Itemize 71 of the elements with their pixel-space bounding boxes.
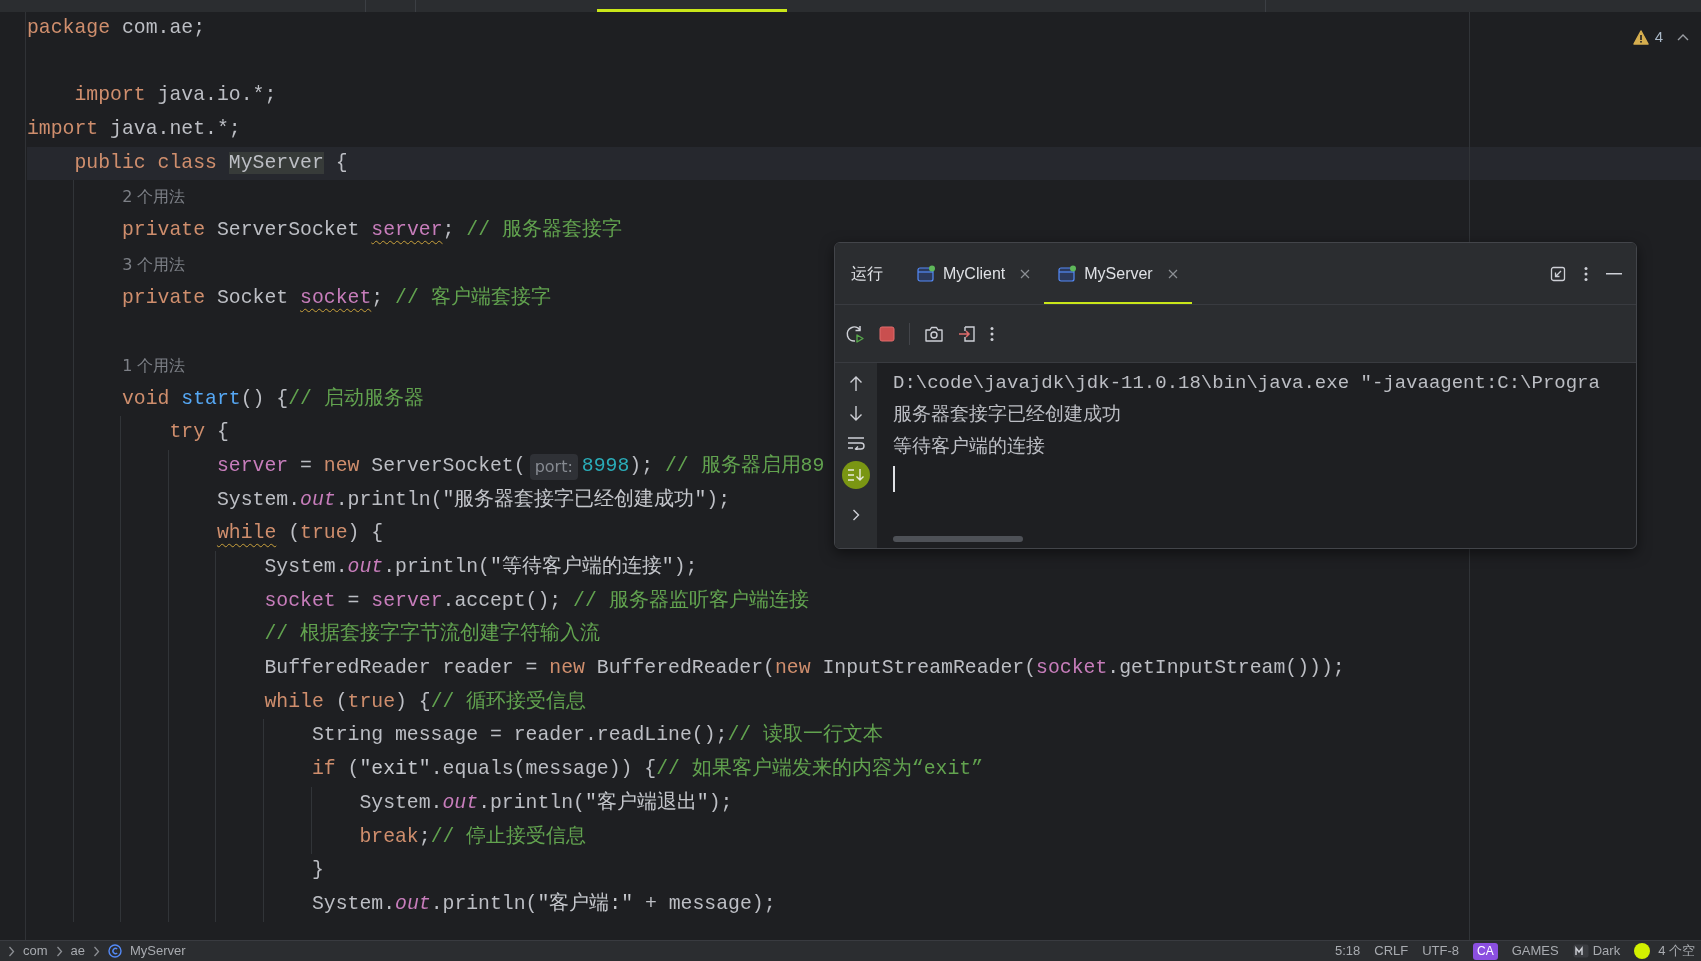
code-line: BufferedReader reader = new BufferedReader(new InputStreamReader(socket.getInputStream())); [264, 656, 1345, 682]
chevron-right-icon [93, 945, 101, 957]
scroll-to-end-icon [847, 468, 865, 482]
horizontal-scrollbar[interactable] [893, 536, 1023, 542]
run-tab[interactable]: MyServer [1044, 243, 1192, 304]
usage-hint[interactable]: 2 个用法 [122, 185, 186, 210]
inlay-hint: port: [529, 453, 578, 480]
code-line: while (true) { [216, 521, 384, 547]
code-line: String message = reader.readLine();// 读取一行文本 [311, 722, 883, 749]
console-line: D:\code\javajdk\jdk-11.0.18\bin\java.exe "-javaagent:C:\Progra [893, 370, 1600, 396]
minimize-icon[interactable] [1606, 272, 1622, 275]
app-window-icon [1058, 265, 1078, 282]
close-icon[interactable] [1020, 268, 1031, 279]
breadcrumb[interactable]: ae [70, 941, 86, 961]
chevron-right-icon [55, 945, 63, 957]
status-item[interactable]: CRLF [1374, 941, 1409, 961]
code-line: try { [169, 420, 229, 446]
code-line: import java.io.*; [74, 83, 277, 109]
arrow-up-icon[interactable] [849, 375, 863, 392]
app-window-icon [917, 265, 936, 282]
code-line: import java.net.*; [27, 117, 241, 143]
code-line: package com.ae; [27, 16, 206, 41]
soft-wrap-icon [847, 436, 865, 450]
chevron-right-icon[interactable] [852, 509, 860, 521]
run-tab[interactable]: MyClient [903, 243, 1045, 304]
more-icon[interactable] [1584, 265, 1588, 282]
status-item[interactable]: UTF-8 [1422, 941, 1460, 961]
breadcrumb[interactable]: com [23, 941, 48, 961]
code-line: 8998); // 服务器启用89 [581, 453, 825, 479]
code-line: private Socket socket; // 客户端套接字 [121, 285, 551, 311]
code-line: System.out.println("服务器套接字已经创建成功"); [216, 487, 730, 513]
code-line: System.out.println("客户端:" + message); [311, 891, 776, 917]
code-line: public class MyServer { [74, 150, 348, 176]
code-line: System.out.println("客户端退出"); [359, 790, 733, 816]
exit-icon[interactable] [958, 324, 976, 343]
scroll-to-end-button[interactable] [842, 461, 870, 489]
code-line: } [311, 858, 324, 884]
code-line: break;// 停止接受信息 [359, 824, 587, 850]
code-line: socket = server.accept(); // 服务器监听客户端连接 [264, 588, 809, 614]
code-line: private ServerSocket server; // 服务器套接字 [121, 217, 622, 244]
usage-hint[interactable]: 1 个用法 [122, 353, 186, 378]
rerun-icon[interactable] [845, 323, 865, 344]
warning-icon[interactable] [1632, 29, 1649, 45]
stop-icon[interactable] [879, 325, 895, 342]
code-line: // 根据套接字字节流创建字符输入流 [264, 621, 601, 648]
text-cursor [893, 466, 895, 492]
panel-title: 运行 [851, 263, 883, 284]
plugin-badge[interactable]: CA [1473, 942, 1498, 960]
console-line: 服务器套接字已经创建成功 [893, 402, 1121, 428]
code-line: void start() {// 启动服务器 [121, 386, 424, 412]
class-icon [108, 944, 123, 958]
code-line: server = new ServerSocket( [216, 453, 526, 479]
console-line: 等待客户端的连接 [893, 434, 1045, 460]
caret-up-icon[interactable] [1677, 33, 1689, 42]
status-item[interactable]: 4 个空 [1658, 941, 1695, 961]
camera-icon[interactable] [924, 324, 944, 343]
status-item[interactable]: GAMES [1511, 941, 1559, 961]
theme-icon[interactable] [1572, 944, 1589, 958]
close-icon[interactable] [1167, 268, 1178, 279]
status-item[interactable]: Dark [1592, 941, 1621, 961]
status-item[interactable]: 5:18 [1334, 941, 1361, 961]
restore-icon[interactable] [1550, 265, 1566, 282]
warning-count[interactable]: 4 [1654, 26, 1663, 49]
more-icon[interactable] [990, 325, 994, 342]
code-line: if ("exit".equals(message)) {// 如果客户端发来的内容为“exit” [311, 756, 984, 783]
code-line: while (true) {// 循环接受信息 [264, 689, 587, 715]
breadcrumb[interactable]: MyServer [130, 941, 186, 961]
usage-hint[interactable]: 3 个用法 [122, 252, 186, 277]
chevron-right-icon [8, 945, 15, 957]
arrow-down-icon[interactable] [849, 405, 863, 422]
code-line: System.out.println("等待客户端的连接"); [264, 554, 698, 580]
